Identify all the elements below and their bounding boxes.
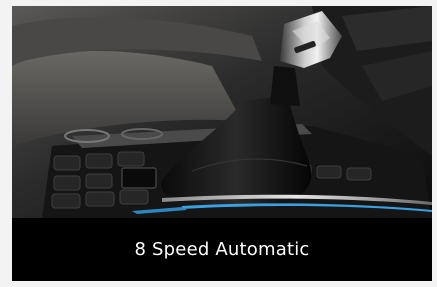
caption-bar: 8 Speed Automatic	[12, 218, 432, 281]
gear-shifter-photo	[12, 6, 432, 218]
feature-card: 8 Speed Automatic	[12, 6, 432, 281]
feature-caption: 8 Speed Automatic	[134, 239, 310, 260]
